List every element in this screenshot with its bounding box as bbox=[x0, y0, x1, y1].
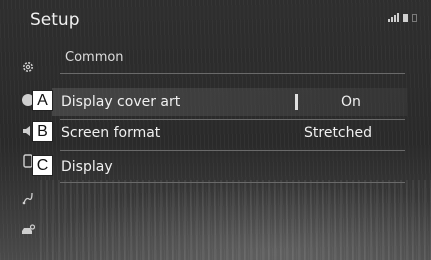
row-value: Stretched bbox=[304, 125, 372, 141]
gear-icon[interactable] bbox=[20, 60, 36, 76]
screen-format-row[interactable]: Screen format Stretched bbox=[52, 119, 407, 147]
display-row[interactable]: Display bbox=[52, 153, 407, 181]
section-title: Common bbox=[65, 50, 124, 65]
battery-icon bbox=[403, 14, 408, 22]
setup-screen: Setup Common Display cover art On Screen… bbox=[0, 0, 431, 260]
page-title: Setup bbox=[30, 10, 80, 30]
callout-a: A bbox=[32, 90, 53, 111]
toggle-indicator bbox=[295, 94, 298, 110]
callout-b: B bbox=[32, 121, 53, 142]
row-divider bbox=[60, 150, 405, 151]
storage-icon bbox=[412, 14, 417, 22]
route-icon[interactable] bbox=[20, 191, 36, 207]
row-label: Screen format bbox=[61, 125, 161, 141]
sidebar bbox=[0, 42, 48, 260]
row-divider bbox=[60, 182, 405, 183]
section-divider bbox=[60, 73, 405, 74]
row-value: On bbox=[341, 94, 361, 110]
row-label: Display bbox=[61, 159, 113, 175]
car-icon[interactable] bbox=[20, 224, 36, 240]
status-bar bbox=[388, 13, 417, 22]
signal-icon bbox=[388, 13, 399, 22]
background-pattern bbox=[40, 180, 431, 260]
display-cover-art-row[interactable]: Display cover art On bbox=[52, 88, 407, 116]
row-label: Display cover art bbox=[61, 94, 181, 110]
callout-c: C bbox=[32, 155, 53, 176]
